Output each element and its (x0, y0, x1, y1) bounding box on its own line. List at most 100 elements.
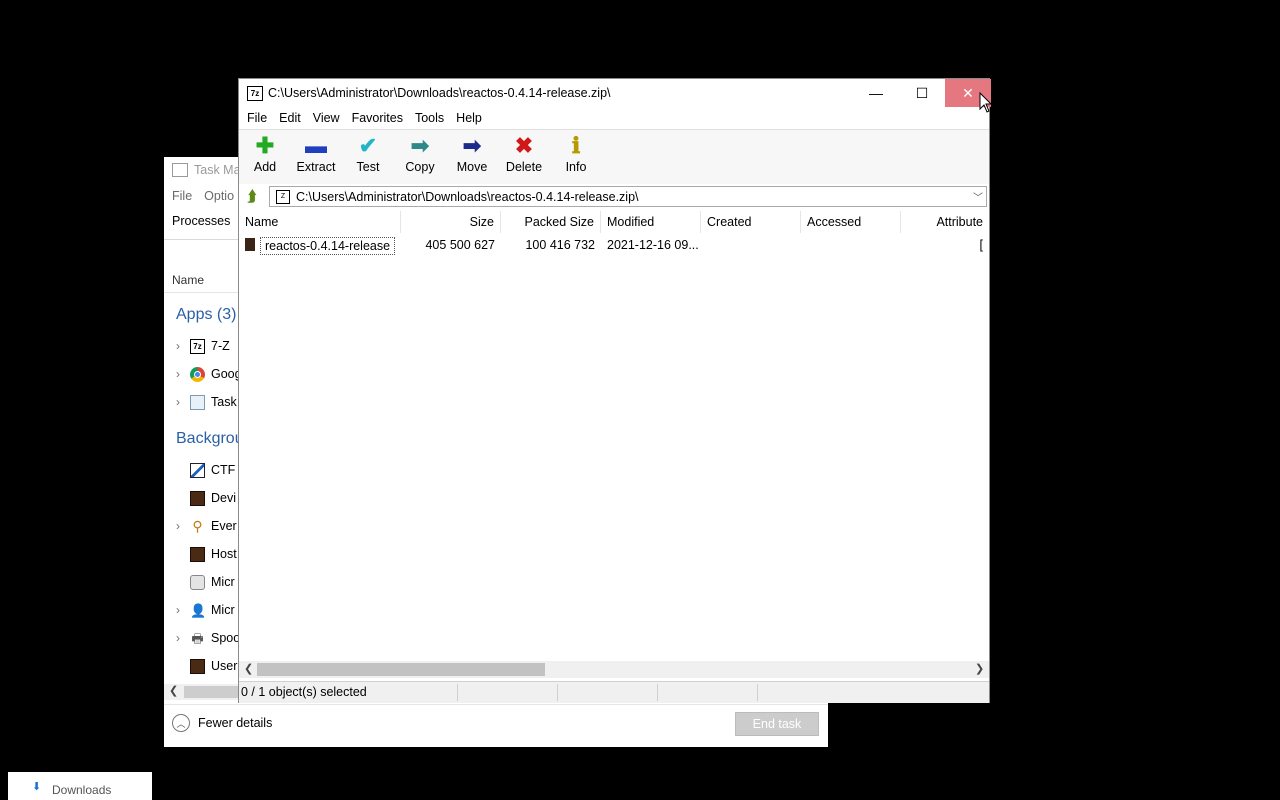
toolbar: ✚ Add ▬ Extract ✔ Test ➡ Copy ➡ Move ✖ D… (239, 129, 989, 185)
file-packed-size: 100 416 732 (525, 238, 595, 252)
status-divider (657, 684, 658, 701)
column-modified[interactable]: Modified (601, 211, 701, 233)
tm-horizontal-scrollbar[interactable]: ❮ (164, 684, 239, 700)
copy-icon: ➡ (410, 133, 430, 158)
delete-label: Delete (505, 160, 543, 174)
tm-scroll-thumb[interactable] (184, 686, 239, 698)
scroll-left-icon[interactable]: ❮ (244, 662, 253, 675)
column-created[interactable]: Created (701, 211, 801, 233)
add-button[interactable]: ✚ Add (239, 134, 291, 180)
file-attributes: [ (979, 238, 983, 252)
column-accessed[interactable]: Accessed (801, 211, 901, 233)
background-group-heading: Backgrou (176, 430, 244, 447)
tm-app-row[interactable]: › 7z 7-Z (172, 334, 242, 358)
chevron-right-icon[interactable]: › (172, 367, 184, 381)
address-path: C:\Users\Administrator\Downloads\reactos… (296, 189, 639, 204)
horizontal-scrollbar[interactable]: ❮ ❯ (239, 661, 989, 678)
menu-favorites[interactable]: Favorites (346, 108, 409, 128)
tm-bg-row[interactable]: Micr (172, 570, 242, 594)
search-icon: ⚲ (192, 517, 203, 534)
tm-bg-row[interactable]: Host (172, 542, 242, 566)
tm-bg-label: Micr (211, 603, 235, 617)
extract-label: Extract (296, 160, 336, 174)
tm-column-name[interactable]: Name (172, 273, 204, 287)
column-name[interactable]: Name (239, 211, 401, 233)
chevron-right-icon[interactable]: › (172, 339, 184, 353)
archive-icon: Z (276, 189, 290, 204)
menubar: File Edit View Favorites Tools Help (239, 108, 989, 128)
file-created (701, 234, 801, 256)
tab-processes[interactable]: Processes (172, 214, 230, 228)
tm-bg-label: Host (211, 547, 237, 561)
move-button[interactable]: ➡ Move (446, 134, 498, 180)
7zip-icon: 7z (247, 86, 263, 101)
info-button[interactable]: ℹ Info (550, 134, 602, 180)
tm-bg-row[interactable]: › 🖶 Spoo (172, 626, 242, 650)
task-manager-title: Task Ma (194, 163, 241, 177)
chevron-right-icon[interactable]: › (172, 519, 184, 533)
tm-bg-label: User (211, 659, 238, 673)
tm-bg-row[interactable]: CTF (172, 458, 242, 482)
menu-tools[interactable]: Tools (409, 108, 450, 128)
move-icon: ➡ (462, 133, 482, 158)
download-arrow-icon: ⬇ (32, 781, 42, 793)
tm-menu-file[interactable]: File (172, 189, 192, 203)
component-icon (190, 574, 205, 590)
chevron-right-icon[interactable]: › (172, 603, 184, 617)
tm-menu-options[interactable]: Optio (204, 189, 234, 203)
tm-app-label: Goog (211, 367, 241, 381)
tm-bg-row[interactable]: User (172, 654, 242, 678)
maximize-button[interactable]: ☐ (899, 79, 945, 107)
tm-app-label: 7-Z (211, 339, 230, 353)
menu-file[interactable]: File (239, 108, 273, 128)
up-folder-button[interactable]: ⮭ (243, 187, 261, 205)
tm-bg-row[interactable]: Devi (172, 486, 242, 510)
file-list-header: Name Size Packed Size Modified Created A… (239, 211, 989, 233)
column-size[interactable]: Size (401, 211, 501, 233)
tm-app-row[interactable]: › Task (172, 390, 242, 414)
tm-bg-row[interactable]: › ⚲ Ever (172, 514, 242, 538)
tm-bg-label: Devi (211, 491, 237, 505)
end-task-button[interactable]: End task (735, 712, 819, 736)
window-title: C:\Users\Administrator\Downloads\reactos… (268, 86, 611, 100)
chevron-down-icon[interactable]: ﹀ (970, 189, 986, 204)
scroll-right-icon[interactable]: ❯ (975, 662, 984, 675)
user-icon: 👤 (190, 602, 207, 618)
test-button[interactable]: ✔ Test (342, 134, 394, 180)
fewer-details-label: Fewer details (198, 716, 273, 730)
extract-button[interactable]: ▬ Extract (290, 134, 342, 180)
scroll-left-icon[interactable]: ❮ (169, 684, 178, 697)
tm-bg-label: Micr (211, 575, 235, 589)
table-row[interactable]: reactos-0.4.14-release 405 500 627 100 4… (239, 234, 989, 256)
scroll-thumb[interactable] (257, 663, 545, 676)
column-packed-size[interactable]: Packed Size (501, 211, 601, 233)
minimize-button[interactable]: — (853, 79, 899, 107)
status-divider (457, 684, 458, 701)
process-icon (190, 490, 205, 506)
menu-view[interactable]: View (307, 108, 346, 128)
tm-app-row[interactable]: › Goog (172, 362, 242, 386)
downloads-item[interactable]: ⬇ Downloads (8, 772, 152, 800)
chevron-right-icon[interactable]: › (172, 395, 184, 409)
7zip-file-manager-window[interactable]: 7z C:\Users\Administrator\Downloads\reac… (238, 78, 991, 703)
apps-group-heading: Apps (3) (176, 306, 237, 323)
folder-icon (245, 238, 255, 251)
menu-edit[interactable]: Edit (273, 108, 307, 128)
chevron-right-icon[interactable]: › (172, 631, 184, 645)
copy-button[interactable]: ➡ Copy (394, 134, 446, 180)
task-manager-icon (172, 163, 188, 177)
tm-bg-row[interactable]: › 👤 Micr (172, 598, 242, 622)
info-icon: ℹ (571, 133, 581, 158)
address-combobox[interactable]: Z C:\Users\Administrator\Downloads\react… (269, 186, 987, 207)
delete-icon: ✖ (514, 133, 534, 158)
menu-help[interactable]: Help (450, 108, 488, 128)
status-bar: 0 / 1 object(s) selected (239, 681, 989, 703)
column-attributes[interactable]: Attribute (901, 211, 989, 233)
delete-button[interactable]: ✖ Delete (498, 134, 550, 180)
copy-label: Copy (405, 160, 435, 174)
task-manager-titlebar[interactable]: Task Ma (172, 163, 241, 177)
fewer-details-link[interactable]: ︿ Fewer details (172, 714, 272, 732)
file-name[interactable]: reactos-0.4.14-release (260, 237, 396, 255)
status-selection: 0 / 1 object(s) selected (241, 685, 367, 699)
chevron-up-icon: ︿ (172, 714, 190, 732)
